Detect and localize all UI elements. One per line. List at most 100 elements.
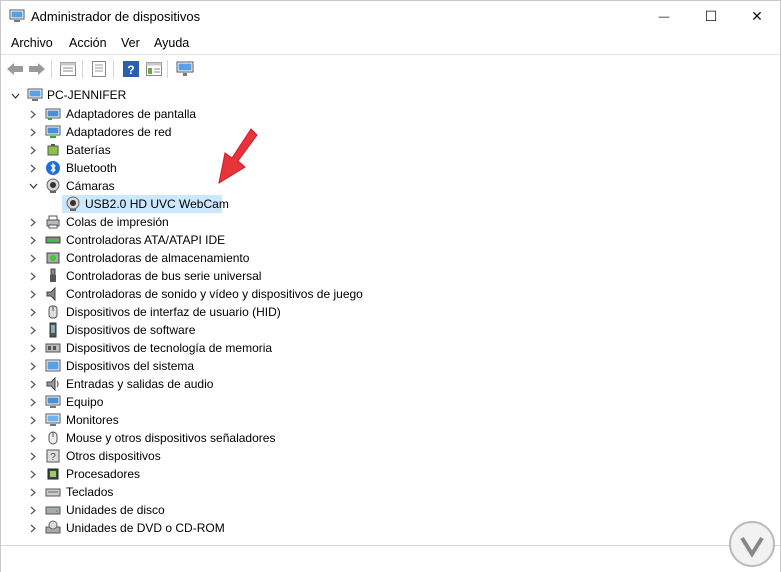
menu-ver[interactable]: Ver	[121, 36, 140, 50]
tree-category-label[interactable]: Otros dispositivos	[66, 449, 161, 463]
expand-chevron-icon[interactable]	[27, 285, 39, 303]
tree-category-label[interactable]: Entradas y salidas de audio	[66, 377, 213, 391]
properties-button[interactable]	[89, 59, 109, 79]
processor-icon	[45, 466, 61, 482]
toolbar-separator	[113, 60, 114, 78]
computer-icon	[45, 394, 61, 410]
tree-category-label[interactable]: Mouse y otros dispositivos señaladores	[66, 431, 275, 445]
tree-category-label[interactable]: Adaptadores de red	[66, 125, 171, 139]
device-manager-app-icon	[9, 9, 25, 22]
window-title: Administrador de dispositivos	[31, 9, 201, 24]
expand-chevron-icon[interactable]	[27, 375, 39, 393]
toolbar-separator	[82, 60, 83, 78]
other-devices-icon: ?	[45, 448, 61, 464]
expand-chevron-icon[interactable]	[27, 501, 39, 519]
minimize-button[interactable]: —	[641, 1, 687, 32]
expand-chevron-icon[interactable]	[27, 447, 39, 465]
help-button[interactable]: ?	[121, 59, 141, 79]
expand-chevron-icon[interactable]	[27, 429, 39, 447]
watermark-logo-icon	[729, 521, 775, 567]
scan-hardware-icon	[176, 61, 194, 76]
bluetooth-icon	[45, 160, 61, 176]
disk-drive-icon	[45, 502, 61, 518]
tree-category-label[interactable]: Monitores	[66, 413, 119, 427]
forward-arrow-icon	[29, 63, 45, 75]
svg-text:?: ?	[50, 452, 56, 463]
expand-chevron-icon[interactable]	[27, 213, 39, 231]
tree-category-label[interactable]: Controladoras de sonido y vídeo y dispos…	[66, 287, 363, 301]
details-view-icon	[146, 62, 162, 76]
monitor-icon	[45, 412, 61, 428]
tree-category-label[interactable]: Baterías	[66, 143, 111, 157]
memory-icon	[45, 340, 61, 356]
collapse-root-chevron-icon[interactable]	[9, 87, 21, 105]
expand-chevron-icon[interactable]	[27, 123, 39, 141]
expand-chevron-icon[interactable]	[27, 141, 39, 159]
tree-category-label[interactable]: Dispositivos de interfaz de usuario (HID…	[66, 305, 281, 319]
forward-button[interactable]	[27, 59, 47, 79]
title-bar[interactable]: Administrador de dispositivos — ☐ ✕	[1, 1, 780, 32]
scan-hardware-button[interactable]	[175, 59, 195, 79]
tree-category-label[interactable]: Procesadores	[66, 467, 140, 481]
storage-controller-icon	[45, 250, 61, 266]
expand-chevron-icon[interactable]	[27, 339, 39, 357]
properties-icon	[92, 61, 106, 77]
menu-accion[interactable]: Acción	[69, 36, 107, 50]
mouse-icon	[45, 430, 61, 446]
menu-bar: Archivo Acción Ver Ayuda	[1, 32, 780, 54]
expand-chevron-icon[interactable]	[27, 519, 39, 537]
tree-category-label[interactable]: Colas de impresión	[66, 215, 169, 229]
toolbar-separator	[51, 60, 52, 78]
dvd-drive-icon	[45, 520, 61, 536]
expand-chevron-icon[interactable]	[27, 465, 39, 483]
back-button[interactable]	[5, 59, 25, 79]
show-hide-console-tree-button[interactable]	[58, 59, 78, 79]
expand-chevron-icon[interactable]	[27, 159, 39, 177]
menu-archivo[interactable]: Archivo	[11, 36, 53, 50]
network-adapter-icon	[45, 124, 61, 140]
tree-category-label[interactable]: Teclados	[66, 485, 113, 499]
tree-category-label[interactable]: Dispositivos de software	[66, 323, 195, 337]
collapse-chevron-icon[interactable]	[27, 177, 39, 195]
tree-device-label[interactable]: USB2.0 HD UVC WebCam	[85, 197, 229, 211]
computer-root-icon	[27, 88, 43, 101]
close-button[interactable]: ✕	[734, 1, 780, 32]
expand-chevron-icon[interactable]	[27, 321, 39, 339]
expand-chevron-icon[interactable]	[27, 483, 39, 501]
expand-chevron-icon[interactable]	[27, 231, 39, 249]
tree-category-label[interactable]: Dispositivos del sistema	[66, 359, 194, 373]
root-computer-label[interactable]: PC-JENNIFER	[47, 88, 126, 102]
tree-category-label[interactable]: Controladoras de bus serie universal	[66, 269, 261, 283]
expand-chevron-icon[interactable]	[27, 411, 39, 429]
help-icon: ?	[123, 61, 139, 77]
expand-chevron-icon[interactable]	[27, 303, 39, 321]
expand-chevron-icon[interactable]	[27, 357, 39, 375]
tree-category-label[interactable]: Cámaras	[66, 179, 115, 193]
tree-category-label[interactable]: Controladoras ATA/ATAPI IDE	[66, 233, 225, 247]
tree-category-label[interactable]: Bluetooth	[66, 161, 117, 175]
expand-chevron-icon[interactable]	[27, 105, 39, 123]
expand-chevron-icon[interactable]	[27, 249, 39, 267]
tree-category-label[interactable]: Controladoras de almacenamiento	[66, 251, 249, 265]
tree-category-label[interactable]: Dispositivos de tecnología de memoria	[66, 341, 272, 355]
camera-icon	[45, 178, 61, 194]
software-device-icon	[45, 322, 61, 338]
hid-icon	[45, 304, 61, 320]
toolbar-separator	[167, 60, 168, 78]
device-tree[interactable]: PC-JENNIFER Adaptadores de pantalla Adapt…	[1, 83, 780, 545]
maximize-icon: ☐	[704, 8, 718, 24]
expand-chevron-icon[interactable]	[27, 267, 39, 285]
back-arrow-icon	[7, 63, 23, 75]
tree-category-label[interactable]: Unidades de DVD o CD-ROM	[66, 521, 225, 535]
toolbar: ?	[1, 54, 780, 84]
maximize-button[interactable]: ☐	[688, 1, 734, 32]
tree-category-label[interactable]: Equipo	[66, 395, 103, 409]
red-arrow-annotation-icon	[218, 128, 258, 185]
svg-text:?: ?	[127, 63, 134, 77]
status-bar	[1, 545, 780, 572]
view-details-button[interactable]	[144, 59, 164, 79]
tree-category-label[interactable]: Adaptadores de pantalla	[66, 107, 196, 121]
menu-ayuda[interactable]: Ayuda	[154, 36, 189, 50]
tree-category-label[interactable]: Unidades de disco	[66, 503, 165, 517]
expand-chevron-icon[interactable]	[27, 393, 39, 411]
